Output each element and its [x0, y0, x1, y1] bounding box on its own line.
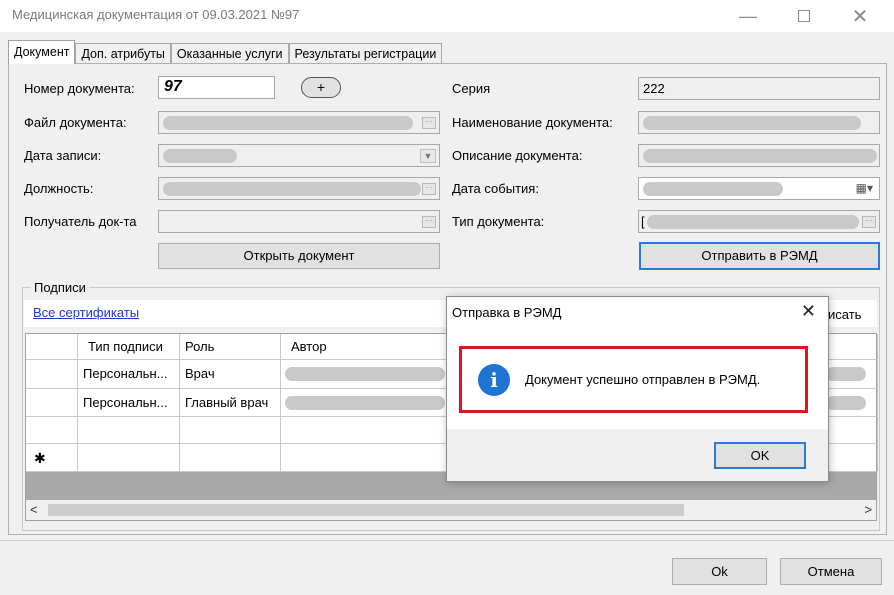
ellipsis-icon[interactable]: ··· — [862, 216, 876, 228]
doc-description-label: Описание документа: — [452, 148, 583, 163]
scroll-right-icon[interactable]: > — [864, 502, 872, 517]
series-label: Серия — [452, 81, 491, 96]
doc-number-label: Номер документа: — [24, 81, 135, 96]
tab-document[interactable]: Документ — [8, 40, 76, 64]
record-date-label: Дата записи: — [24, 148, 102, 163]
tab-extra-attributes[interactable]: Доп. атрибуты — [75, 43, 171, 64]
doc-number-value: 97 — [164, 78, 182, 95]
tab-services[interactable]: Оказанные услуги — [170, 43, 289, 64]
table-cell[interactable] — [78, 444, 180, 472]
event-date-field[interactable]: ▦▾ — [638, 177, 880, 200]
all-certificates-link[interactable]: Все сертификаты — [33, 305, 139, 320]
add-button[interactable]: + — [301, 77, 341, 98]
ok-button[interactable]: Ok — [672, 558, 767, 585]
doc-type-label: Тип документа: — [452, 214, 545, 229]
table-cell[interactable] — [78, 417, 180, 444]
ellipsis-icon[interactable]: ··· — [422, 117, 436, 129]
divider — [0, 540, 894, 541]
scrollbar-thumb[interactable] — [48, 504, 684, 516]
table-cell-sign-type[interactable]: Персональн... — [78, 389, 180, 417]
title-bar: Медицинская документация от 09.03.2021 №… — [0, 0, 894, 32]
maximize-icon[interactable] — [782, 0, 826, 32]
new-row-marker[interactable]: ✱ — [26, 444, 78, 472]
message-highlight: i Документ успешно отправлен в РЭМД. — [459, 346, 808, 413]
window-title: Медицинская документация от 09.03.2021 №… — [12, 7, 300, 22]
ellipsis-icon[interactable]: ··· — [422, 216, 436, 228]
send-remd-dialog: Отправка в РЭМД ✕ i Документ успешно отп… — [446, 296, 829, 482]
column-header-role[interactable]: Роль — [180, 334, 281, 360]
tab-registration-results[interactable]: Результаты регистрации — [288, 43, 443, 64]
table-cell[interactable] — [180, 444, 281, 472]
info-icon: i — [478, 364, 510, 396]
dialog-title: Отправка в РЭМД — [452, 305, 562, 320]
doc-type-prefix: [ — [641, 214, 645, 229]
scroll-left-icon[interactable]: < — [30, 502, 38, 517]
position-label: Должность: — [24, 181, 94, 196]
series-value: 222 — [643, 81, 665, 96]
row-selector[interactable] — [26, 360, 78, 389]
table-cell-role[interactable]: Врач — [180, 360, 281, 389]
event-date-label: Дата события: — [452, 181, 539, 196]
dialog-ok-button[interactable]: OK — [714, 442, 806, 469]
series-field[interactable]: 222 — [638, 77, 880, 100]
table-cell[interactable] — [180, 417, 281, 444]
ellipsis-icon[interactable]: ··· — [422, 183, 436, 195]
record-date-select[interactable]: ▼ — [158, 144, 440, 167]
sign-button-label[interactable]: исать — [828, 307, 861, 322]
recipient-label: Получатель док-та — [24, 214, 137, 229]
doc-type-field[interactable]: [ ··· — [638, 210, 880, 233]
doc-number-input[interactable]: 97 — [158, 76, 275, 99]
doc-file-field[interactable]: ··· — [158, 111, 440, 134]
table-cell-sign-type[interactable]: Персональн... — [78, 360, 180, 389]
column-header-sign-type[interactable]: Тип подписи — [78, 334, 180, 360]
row-header-cell — [26, 334, 78, 360]
minimize-icon[interactable]: — — [726, 0, 770, 32]
doc-name-label: Наименование документа: — [452, 115, 613, 130]
close-icon[interactable]: ✕ — [838, 0, 882, 32]
tab-strip: Документ Доп. атрибуты Оказанные услуги … — [8, 40, 443, 64]
open-document-button[interactable]: Открыть документ — [158, 243, 440, 269]
row-selector[interactable] — [26, 389, 78, 417]
chevron-down-icon[interactable]: ▼ — [420, 149, 436, 163]
dialog-footer: OK — [447, 429, 828, 481]
position-field[interactable]: ··· — [158, 177, 440, 200]
dialog-message: Документ успешно отправлен в РЭМД. — [525, 372, 761, 387]
send-remd-button[interactable]: Отправить в РЭМД — [639, 242, 880, 270]
doc-description-field[interactable] — [638, 144, 880, 167]
close-icon[interactable]: ✕ — [801, 301, 816, 322]
doc-file-label: Файл документа: — [24, 115, 127, 130]
calendar-icon[interactable]: ▦▾ — [856, 181, 873, 195]
row-selector[interactable] — [26, 417, 78, 444]
signatures-group-label: Подписи — [31, 280, 89, 295]
horizontal-scrollbar[interactable]: < > — [26, 500, 876, 520]
recipient-field[interactable]: ··· — [158, 210, 440, 233]
table-cell-role[interactable]: Главный врач — [180, 389, 281, 417]
cancel-button[interactable]: Отмена — [780, 558, 882, 585]
doc-name-field[interactable] — [638, 111, 880, 134]
